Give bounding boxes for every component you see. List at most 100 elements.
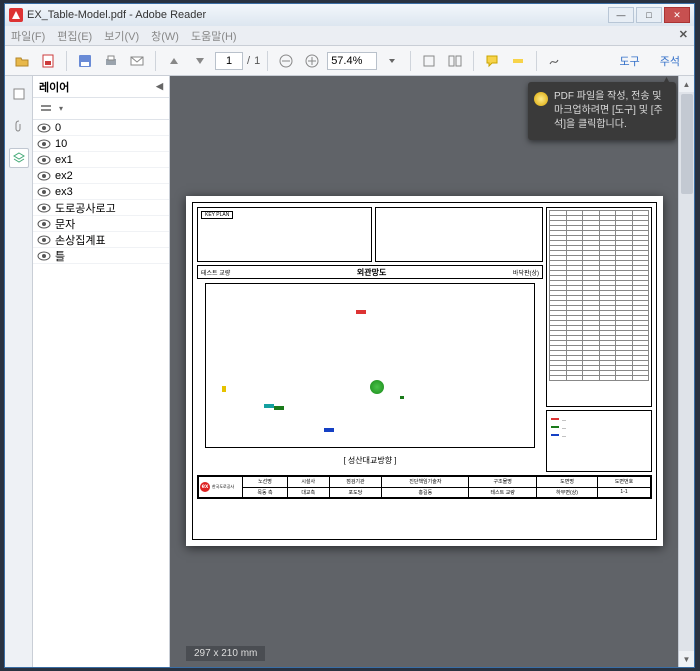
tb-v3: 대교측 bbox=[287, 487, 329, 498]
zoom-dropdown-button[interactable] bbox=[381, 50, 403, 72]
ex-logo: ex 한국도로공사 bbox=[200, 481, 240, 493]
comment-link[interactable]: 주석 bbox=[652, 53, 688, 69]
app-icon bbox=[9, 8, 23, 22]
comment-bubble-button[interactable] bbox=[481, 50, 503, 72]
document-canvas[interactable]: PDF 파일을 작성, 전송 및 마크업하려면 [도구] 및 [주석]을 클릭합… bbox=[170, 76, 694, 667]
fit-window-button[interactable] bbox=[418, 50, 440, 72]
eye-icon[interactable] bbox=[37, 171, 51, 181]
menu-help[interactable]: 도움말(H) bbox=[191, 28, 237, 44]
damage-table-box bbox=[546, 207, 652, 407]
tb-h7: 도면명 bbox=[536, 477, 597, 488]
damage-mark-green bbox=[274, 406, 284, 410]
save-button[interactable] bbox=[74, 50, 96, 72]
tb-h6: 구조물명 bbox=[469, 477, 537, 488]
eye-icon[interactable] bbox=[37, 187, 51, 197]
layers-list: 0 10 ex1 ex2 ex3도로공사로고문자손상집계표틀 bbox=[33, 120, 169, 667]
layer-row[interactable]: 0 bbox=[33, 120, 169, 136]
damage-mark-yellow bbox=[222, 386, 226, 392]
ex-logo-text: 한국도로공사 bbox=[212, 484, 234, 490]
tb-v4: 포도당 bbox=[329, 487, 382, 498]
page-number-input[interactable] bbox=[215, 52, 243, 70]
titlebar: EX_Table-Model.pdf - Adobe Reader — □ ✕ bbox=[5, 4, 694, 26]
layers-panel: 레이어 ◀ ▾ 010ex1ex2ex3도로공사로고문자손상집계표틀 bbox=[33, 76, 170, 667]
scroll-up-button[interactable]: ▲ bbox=[679, 76, 694, 92]
layer-row[interactable]: ex2 bbox=[33, 168, 169, 184]
legend-box: — — — bbox=[546, 410, 652, 472]
eye-icon[interactable] bbox=[37, 235, 51, 245]
create-pdf-button[interactable] bbox=[37, 50, 59, 72]
layer-name: 0 bbox=[55, 122, 61, 134]
layer-name: ex2 bbox=[55, 170, 73, 182]
tb-h8: 도면번호 bbox=[598, 477, 651, 488]
layer-row[interactable]: 손상집계표 bbox=[33, 232, 169, 248]
layer-row[interactable]: ex1 bbox=[33, 152, 169, 168]
page-up-button[interactable] bbox=[163, 50, 185, 72]
layer-row[interactable]: 10 bbox=[33, 136, 169, 152]
open-button[interactable] bbox=[11, 50, 33, 72]
menu-file[interactable]: 파일(F) bbox=[11, 28, 45, 44]
layer-options-dropdown[interactable]: ▾ bbox=[59, 104, 63, 113]
scroll-thumb[interactable] bbox=[681, 94, 693, 194]
title-right: 바닥판(상) bbox=[510, 268, 542, 277]
damage-mark-red bbox=[356, 310, 366, 314]
layer-name: 문자 bbox=[55, 216, 75, 232]
page-total: 1 bbox=[254, 55, 260, 67]
eye-icon[interactable] bbox=[37, 139, 51, 149]
top-middle-box bbox=[375, 207, 543, 262]
damage-table bbox=[549, 210, 649, 404]
print-button[interactable] bbox=[100, 50, 122, 72]
zoom-input[interactable] bbox=[327, 52, 377, 70]
scroll-down-button[interactable]: ▼ bbox=[679, 651, 694, 667]
hint-tooltip: PDF 파일을 작성, 전송 및 마크업하려면 [도구] 및 [주석]을 클릭합… bbox=[528, 82, 676, 140]
maximize-button[interactable]: □ bbox=[636, 7, 662, 23]
sign-button[interactable] bbox=[544, 50, 566, 72]
layer-name: 도로공사로고 bbox=[55, 200, 116, 216]
tb-h3: 시설사 bbox=[287, 477, 329, 488]
tb-v8: 1-1 bbox=[598, 487, 651, 498]
minimize-button[interactable]: — bbox=[608, 7, 634, 23]
layer-name: ex1 bbox=[55, 154, 73, 166]
tb-h2: 노선명 bbox=[243, 477, 288, 488]
layer-row[interactable]: 문자 bbox=[33, 216, 169, 232]
layer-row[interactable]: 도로공사로고 bbox=[33, 200, 169, 216]
vertical-scrollbar[interactable]: ▲ ▼ bbox=[678, 76, 694, 667]
damage-mark-blue bbox=[324, 428, 334, 432]
layer-row[interactable]: 틀 bbox=[33, 248, 169, 264]
zoom-out-button[interactable] bbox=[275, 50, 297, 72]
menu-edit[interactable]: 편집(E) bbox=[57, 28, 92, 44]
eye-icon[interactable] bbox=[37, 251, 51, 261]
side-tab-strip bbox=[5, 76, 33, 667]
title-center: 외관망도 bbox=[233, 267, 510, 278]
attachments-tab[interactable] bbox=[9, 116, 29, 136]
tb-h4: 점검기관 bbox=[329, 477, 382, 488]
main-drawing-view bbox=[205, 283, 535, 448]
zoom-in-button[interactable] bbox=[301, 50, 323, 72]
menubar-close-icon[interactable]: ✕ bbox=[679, 28, 688, 41]
eye-icon[interactable] bbox=[37, 155, 51, 165]
email-button[interactable] bbox=[126, 50, 148, 72]
layer-options-button[interactable] bbox=[37, 101, 55, 117]
tools-link[interactable]: 도구 bbox=[612, 53, 648, 69]
window-title: EX_Table-Model.pdf - Adobe Reader bbox=[27, 9, 206, 21]
menu-view[interactable]: 보기(V) bbox=[104, 28, 139, 44]
eye-icon[interactable] bbox=[37, 123, 51, 133]
reading-mode-button[interactable] bbox=[444, 50, 466, 72]
page-down-button[interactable] bbox=[189, 50, 211, 72]
layer-row[interactable]: ex3 bbox=[33, 184, 169, 200]
thumbnails-tab[interactable] bbox=[9, 84, 29, 104]
tb-v6: 테스트 교량 bbox=[469, 487, 537, 498]
close-button[interactable]: ✕ bbox=[664, 7, 690, 23]
eye-icon[interactable] bbox=[37, 203, 51, 213]
hint-text: PDF 파일을 작성, 전송 및 마크업하려면 [도구] 및 [주석]을 클릭합… bbox=[554, 91, 663, 130]
highlight-button[interactable] bbox=[507, 50, 529, 72]
eye-icon[interactable] bbox=[37, 219, 51, 229]
panel-collapse-button[interactable]: ◀ bbox=[156, 81, 163, 92]
tb-v2: 목동 측 bbox=[243, 487, 288, 498]
menu-window[interactable]: 창(W) bbox=[151, 28, 179, 44]
layer-name: 틀 bbox=[55, 248, 65, 264]
direction-label: [ 성산대교방향 ] bbox=[205, 455, 535, 466]
keyplan-box: KEY PLAN bbox=[197, 207, 372, 262]
title-left: 테스트 교량 bbox=[198, 268, 233, 277]
layers-tab[interactable] bbox=[9, 148, 29, 168]
keyplan-label: KEY PLAN bbox=[201, 211, 233, 219]
